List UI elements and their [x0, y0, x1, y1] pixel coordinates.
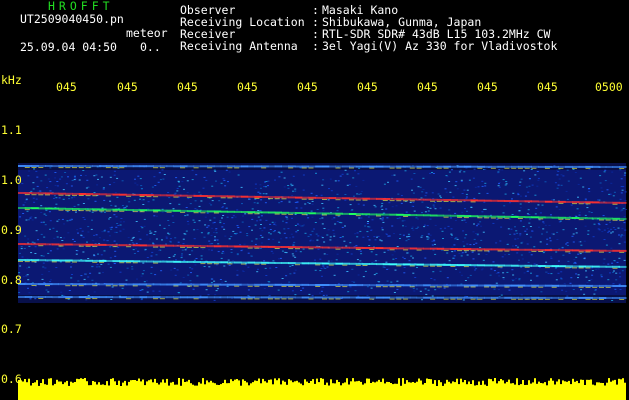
time-tick-label: 045	[297, 80, 318, 94]
file-name: UT2509040450.pn	[20, 12, 124, 26]
time-tick-label: 045	[56, 80, 77, 94]
time-tick-label: 045	[357, 80, 378, 94]
app-title: HROFFT	[48, 0, 114, 13]
freq-tick-label: 1.1	[1, 123, 22, 137]
time-tick-label: 045	[177, 80, 198, 94]
date-time: 25.09.04 04:50	[20, 40, 117, 54]
antenna-sep: :	[312, 39, 319, 53]
time-tick-label: 045	[237, 80, 258, 94]
meteor-count: 0..	[140, 40, 161, 54]
time-tick-label: 0500	[595, 80, 623, 94]
spectrogram	[18, 163, 627, 400]
antenna-row: Receiving Antenna : 3el Yagi(V) Az 330 f…	[180, 40, 557, 52]
freq-tick-label: 0.7	[1, 322, 22, 336]
freq-tick-label: 0.8	[1, 273, 22, 287]
antenna-value: 3el Yagi(V) Az 330 for Vladivostok	[322, 39, 558, 53]
time-tick-label: 045	[117, 80, 138, 94]
freq-tick-label: 0.9	[1, 223, 22, 237]
antenna-label: Receiving Antenna	[180, 39, 298, 53]
freq-unit-label: kHz	[1, 73, 22, 87]
freq-tick-label: 0.6	[1, 372, 22, 386]
time-tick-label: 045	[537, 80, 558, 94]
freq-tick-label: 1.0	[1, 173, 22, 187]
station-info: Observer : Masaki Kano Receiving Locatio…	[180, 4, 557, 52]
meteor-label: meteor	[126, 26, 168, 40]
time-tick-label: 045	[417, 80, 438, 94]
time-tick-label: 045	[477, 80, 498, 94]
